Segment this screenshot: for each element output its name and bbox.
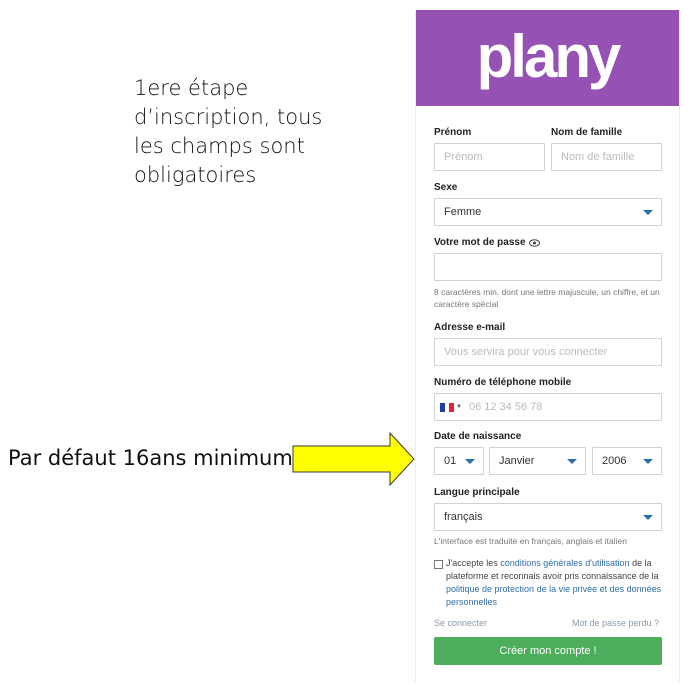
birth-month-value: Janvier: [499, 455, 535, 467]
birth-month-select[interactable]: Janvier: [489, 447, 586, 475]
birth-year-value: 2006: [602, 455, 627, 467]
country-caret-icon[interactable]: ▼: [456, 404, 462, 410]
birthdate-label: Date de naissance: [434, 431, 522, 442]
first-name-label: Prénom: [434, 127, 472, 138]
plany-logo: plany: [476, 22, 622, 90]
annotation-form-step-note: 1ere étape d’inscription, tous les champ…: [134, 76, 323, 187]
chevron-down-icon: [643, 210, 653, 215]
eye-icon[interactable]: [528, 238, 540, 247]
annotation-min-age-note: Par défaut 16ans minimum: [8, 446, 293, 470]
password-hint: 8 caractères min. dont une lettre majusc…: [434, 287, 660, 309]
terms-link[interactable]: conditions générales d'utilisation: [500, 558, 629, 568]
brand-header: plany: [416, 10, 679, 106]
language-select[interactable]: français: [434, 503, 662, 531]
language-label: Langue principale: [434, 487, 520, 498]
password-label: Votre mot de passe: [434, 237, 526, 248]
birth-day-value: 01: [444, 455, 457, 467]
chevron-down-icon: [465, 459, 475, 464]
email-input[interactable]: Vous servira pour vous connecter: [434, 338, 662, 366]
privacy-policy-link[interactable]: politique de protection de la vie privée…: [446, 584, 661, 607]
chevron-down-icon: [643, 515, 653, 520]
phone-input[interactable]: ▼ 06 12 34 56 78: [434, 393, 662, 421]
birth-day-select[interactable]: 01: [434, 447, 484, 475]
phone-placeholder: 06 12 34 56 78: [468, 401, 543, 413]
birth-year-select[interactable]: 2006: [592, 447, 662, 475]
last-name-input[interactable]: Nom de famille: [551, 143, 662, 171]
login-link[interactable]: Se connecter: [434, 618, 487, 628]
gender-label: Sexe: [434, 182, 458, 193]
chevron-down-icon: [567, 459, 577, 464]
arrow-right-icon: [292, 432, 415, 486]
france-flag-icon[interactable]: [440, 402, 455, 412]
create-account-button[interactable]: Créer mon compte !: [434, 637, 662, 665]
language-hint: L'interface est traduite en français, an…: [434, 536, 627, 546]
consent-checkbox[interactable]: [434, 560, 443, 569]
email-label: Adresse e-mail: [434, 322, 506, 333]
password-input[interactable]: [434, 253, 662, 281]
last-name-label: Nom de famille: [551, 127, 623, 138]
consent-text-part-1: J'accepte les: [446, 558, 501, 568]
password-label-row: Votre mot de passe: [434, 237, 540, 248]
first-name-input[interactable]: Prénom: [434, 143, 545, 171]
gender-value: Femme: [444, 206, 482, 218]
chevron-down-icon: [643, 459, 653, 464]
forgot-password-link[interactable]: Mot de passe perdu ?: [572, 618, 659, 628]
language-value: français: [444, 511, 483, 523]
phone-label: Numéro de téléphone mobile: [434, 377, 572, 388]
gender-select[interactable]: Femme: [434, 198, 662, 226]
consent-text: J'accepte les conditions générales d'uti…: [446, 557, 662, 609]
